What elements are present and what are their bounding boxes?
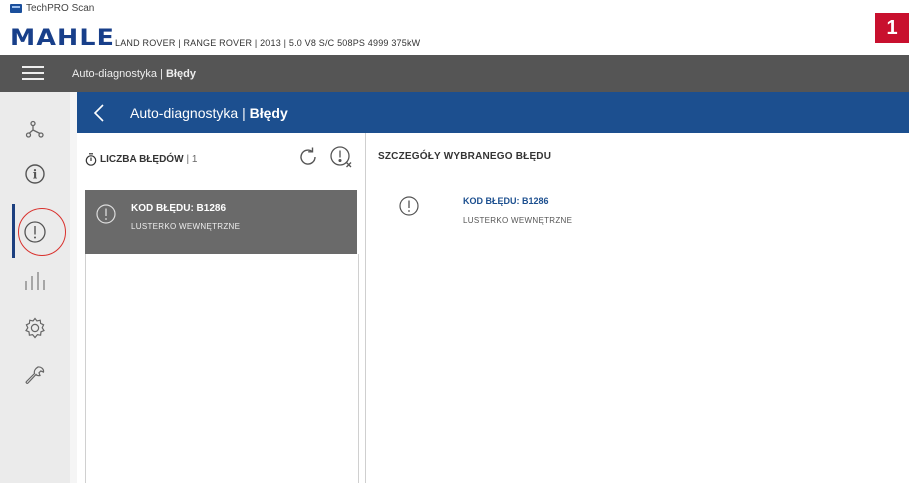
refresh-icon[interactable] [297,146,319,168]
nav-bar: Auto-diagnostyka | Błędy [77,92,909,133]
svg-text:i: i [33,168,38,182]
fault-description: LUSTERKO WEWNĘTRZNE [131,222,241,231]
top-breadcrumb-page: Błędy [165,68,196,80]
brand-logo: MAHLE [10,26,116,51]
top-breadcrumb: Auto-diagnostyka | Błędy [72,68,196,80]
stopwatch-icon [85,153,97,166]
app-header: TechPRO Scan MAHLE LAND ROVER | RANGE RO… [0,0,909,55]
fault-icon [399,196,419,216]
connection-icon [25,120,44,138]
wrench-icon [25,366,45,384]
sidebar-item-service[interactable] [0,352,70,400]
sidebar-item-live-data[interactable] [0,257,70,305]
top-breadcrumb-section: Auto-diagnostyka | [72,68,163,80]
menu-icon[interactable] [22,66,44,81]
fault-list-item[interactable]: KOD BŁĘDU: B1286 LUSTERKO WEWNĘTRZNE [85,190,357,254]
breadcrumb: Auto-diagnostyka | Błędy [130,105,288,121]
details-fault-code: KOD BŁĘDU: B1286 [463,196,549,206]
sidebar: i [0,92,71,483]
gear-icon [25,317,45,339]
sidebar-item-settings[interactable] [0,304,70,352]
chart-icon [25,272,45,290]
back-arrow-icon[interactable] [92,103,106,123]
fault-code: KOD BŁĘDU: B1286 [131,203,227,214]
top-nav-bar: Auto-diagnostyka | Błędy [0,55,909,92]
details-fault-description: LUSTERKO WEWNĘTRZNE [463,216,573,225]
sidebar-item-connection[interactable] [0,106,70,154]
sidebar-item-faults[interactable] [0,208,70,256]
app-icon [10,4,22,13]
fault-icon [96,204,116,224]
info-icon: i [25,164,45,184]
details-title: SZCZEGÓŁY WYBRANEGO BŁĘDU [378,151,552,162]
breadcrumb-section: Auto-diagnostyka | [130,105,246,121]
fault-count-label: LICZBA BŁĘDÓW [100,154,184,165]
app-window: TechPRO Scan MAHLE LAND ROVER | RANGE RO… [0,0,909,483]
app-title-row: TechPRO Scan [10,3,94,14]
fault-list-panel: LICZBA BŁĘDÓW | 1 KOD BŁĘDU: B1286 LUSTE… [77,133,366,483]
fault-list-empty-area [85,254,359,483]
fault-count-value: | 1 [186,154,198,165]
fault-details-panel: SZCZEGÓŁY WYBRANEGO BŁĘDU KOD BŁĘDU: B12… [366,133,909,483]
fault-icon [24,221,46,243]
figure-number-badge: 1 [875,13,909,43]
clear-faults-icon[interactable] [329,145,353,169]
app-title: TechPRO Scan [26,3,95,14]
fault-count-header: LICZBA BŁĘDÓW | 1 [85,153,197,166]
sidebar-item-info[interactable]: i [0,150,70,198]
breadcrumb-page: Błędy [249,105,288,121]
vehicle-info: LAND ROVER | RANGE ROVER | 2013 | 5.0 V8… [115,38,421,48]
